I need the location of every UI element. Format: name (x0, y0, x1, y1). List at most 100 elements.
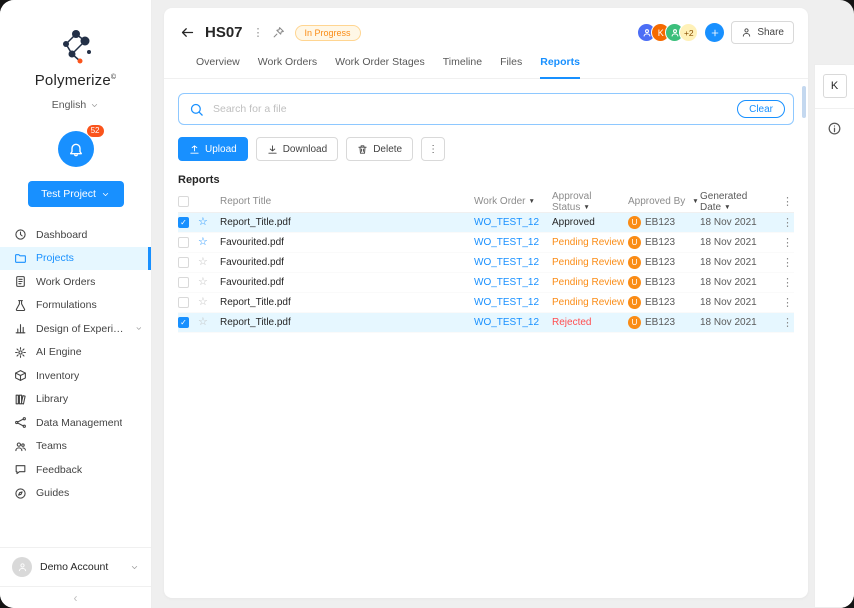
table-row[interactable]: ☆ Report_Title.pdf WO_TEST_12 Rejected U… (178, 313, 794, 333)
sort-caret-icon[interactable]: ▼ (692, 198, 698, 205)
project-name: Test Project (41, 188, 96, 200)
tab-timeline[interactable]: Timeline (443, 56, 482, 78)
star-icon[interactable]: ☆ (198, 237, 220, 248)
work-order-link[interactable]: WO_TEST_12 (474, 277, 552, 288)
tab-work-orders[interactable]: Work Orders (258, 56, 317, 78)
star-icon[interactable]: ☆ (198, 277, 220, 288)
sidebar-item-label: Design of Experiments (36, 322, 127, 335)
more-actions-button[interactable]: ⋮ (421, 137, 446, 161)
sort-caret-icon[interactable]: ▼ (529, 198, 535, 205)
row-checkbox[interactable] (178, 237, 189, 248)
collapse-sidebar-button[interactable]: ‹ (0, 586, 151, 608)
column-header-work-order[interactable]: Work Order ▼ (474, 196, 552, 207)
sidebar-item-library[interactable]: Library (0, 388, 151, 412)
select-all-checkbox[interactable] (178, 196, 189, 207)
table-header-menu-icon[interactable]: ⋮ (780, 195, 794, 208)
add-member-button[interactable] (705, 23, 725, 42)
row-menu-icon[interactable]: ⋮ (780, 216, 794, 229)
data-icon (14, 416, 27, 429)
sidebar-item-work-orders[interactable]: Work Orders (0, 270, 151, 294)
generated-date: 18 Nov 2021 (700, 277, 757, 288)
sort-caret-icon[interactable]: ▼ (583, 204, 589, 211)
info-icon[interactable] (827, 121, 842, 136)
generated-date: 18 Nov 2021 (700, 237, 757, 248)
flask-icon (14, 299, 27, 312)
project-selector-button[interactable]: Test Project (27, 181, 124, 207)
feedback-icon (14, 463, 27, 476)
work-order-link[interactable]: WO_TEST_12 (474, 217, 552, 228)
sidebar-item-projects[interactable]: Projects (0, 246, 151, 270)
tab-work-order-stages[interactable]: Work Order Stages (335, 56, 425, 78)
row-menu-icon[interactable]: ⋮ (780, 296, 794, 309)
avatar-more[interactable]: +2 (679, 23, 699, 42)
notifications-button[interactable] (57, 131, 94, 167)
table-row[interactable]: ☆ Report_Title.pdf WO_TEST_12 Approved U… (178, 213, 794, 233)
table-row[interactable]: ☆ Report_Title.pdf WO_TEST_12 Pending Re… (178, 293, 794, 313)
row-checkbox[interactable] (178, 297, 189, 308)
sidebar-nav: Dashboard Projects Work Orders Formulati… (0, 223, 151, 547)
approval-status: Pending Review (552, 237, 625, 248)
chevron-down-icon (135, 324, 143, 333)
account-menu[interactable]: Demo Account (0, 547, 151, 586)
sidebar-item-ai-engine[interactable]: AI Engine (0, 341, 151, 365)
row-checkbox[interactable] (178, 257, 189, 268)
rail-tab-k[interactable]: K (822, 74, 847, 98)
column-header-report-title[interactable]: Report Title (220, 196, 474, 207)
chevron-down-icon (90, 101, 99, 110)
sidebar-item-guides[interactable]: Guides (0, 482, 151, 506)
sidebar-item-data-management[interactable]: Data Management (0, 411, 151, 435)
row-checkbox[interactable] (178, 217, 189, 228)
star-icon[interactable]: ☆ (198, 257, 220, 268)
star-icon[interactable]: ☆ (198, 317, 220, 328)
approved-by: U EB123 (628, 216, 700, 229)
sidebar-item-inventory[interactable]: Inventory (0, 364, 151, 388)
table-row[interactable]: ☆ Favourited.pdf WO_TEST_12 Pending Revi… (178, 273, 794, 293)
star-icon[interactable]: ☆ (198, 297, 220, 308)
sidebar-item-label: Projects (36, 252, 74, 265)
column-header-generated-date[interactable]: Generated Date ▼ (700, 191, 780, 213)
delete-button[interactable]: Delete (346, 137, 414, 161)
row-menu-icon[interactable]: ⋮ (780, 276, 794, 289)
clear-search-button[interactable]: Clear (737, 100, 785, 118)
upload-label: Upload (205, 143, 237, 155)
right-rail-panel: K (814, 64, 854, 608)
title-menu-icon[interactable]: ⋮ (251, 26, 266, 39)
notification-badge: 52 (86, 125, 104, 137)
star-icon[interactable]: ☆ (198, 217, 220, 228)
column-header-approved-by[interactable]: Approved By ▼ (628, 196, 700, 207)
work-order-link[interactable]: WO_TEST_12 (474, 297, 552, 308)
pin-icon[interactable] (272, 26, 285, 39)
scrollbar-thumb[interactable] (802, 86, 806, 118)
table-row[interactable]: ☆ Favourited.pdf WO_TEST_12 Pending Revi… (178, 233, 794, 253)
search-input[interactable] (213, 103, 727, 115)
teams-icon (14, 440, 27, 453)
row-menu-icon[interactable]: ⋮ (780, 256, 794, 269)
sidebar-item-teams[interactable]: Teams (0, 435, 151, 459)
column-header-approval-status[interactable]: Approval Status ▼ (552, 191, 628, 213)
row-menu-icon[interactable]: ⋮ (780, 236, 794, 249)
work-order-link[interactable]: WO_TEST_12 (474, 317, 552, 328)
sidebar-item-feedback[interactable]: Feedback (0, 458, 151, 482)
back-arrow-icon[interactable] (180, 25, 195, 40)
work-order-link[interactable]: WO_TEST_12 (474, 237, 552, 248)
sidebar-item-dashboard[interactable]: Dashboard (0, 223, 151, 247)
row-checkbox[interactable] (178, 277, 189, 288)
approver-id: EB123 (645, 317, 676, 328)
row-checkbox[interactable] (178, 317, 189, 328)
work-order-link[interactable]: WO_TEST_12 (474, 257, 552, 268)
sort-caret-icon[interactable]: ▼ (724, 204, 730, 211)
download-button[interactable]: Download (255, 137, 339, 161)
sidebar-item-design-of-experiments[interactable]: Design of Experiments (0, 317, 151, 341)
tab-overview[interactable]: Overview (196, 56, 240, 78)
tab-files[interactable]: Files (500, 56, 522, 78)
upload-button[interactable]: Upload (178, 137, 248, 161)
library-icon (14, 393, 27, 406)
share-button[interactable]: Share (731, 21, 794, 44)
tab-reports[interactable]: Reports (540, 56, 580, 79)
row-menu-icon[interactable]: ⋮ (780, 316, 794, 329)
language-selector[interactable]: English (0, 99, 151, 111)
divider (815, 108, 854, 109)
table-row[interactable]: ☆ Favourited.pdf WO_TEST_12 Pending Revi… (178, 253, 794, 273)
approval-status: Rejected (552, 317, 592, 328)
sidebar-item-formulations[interactable]: Formulations (0, 294, 151, 318)
